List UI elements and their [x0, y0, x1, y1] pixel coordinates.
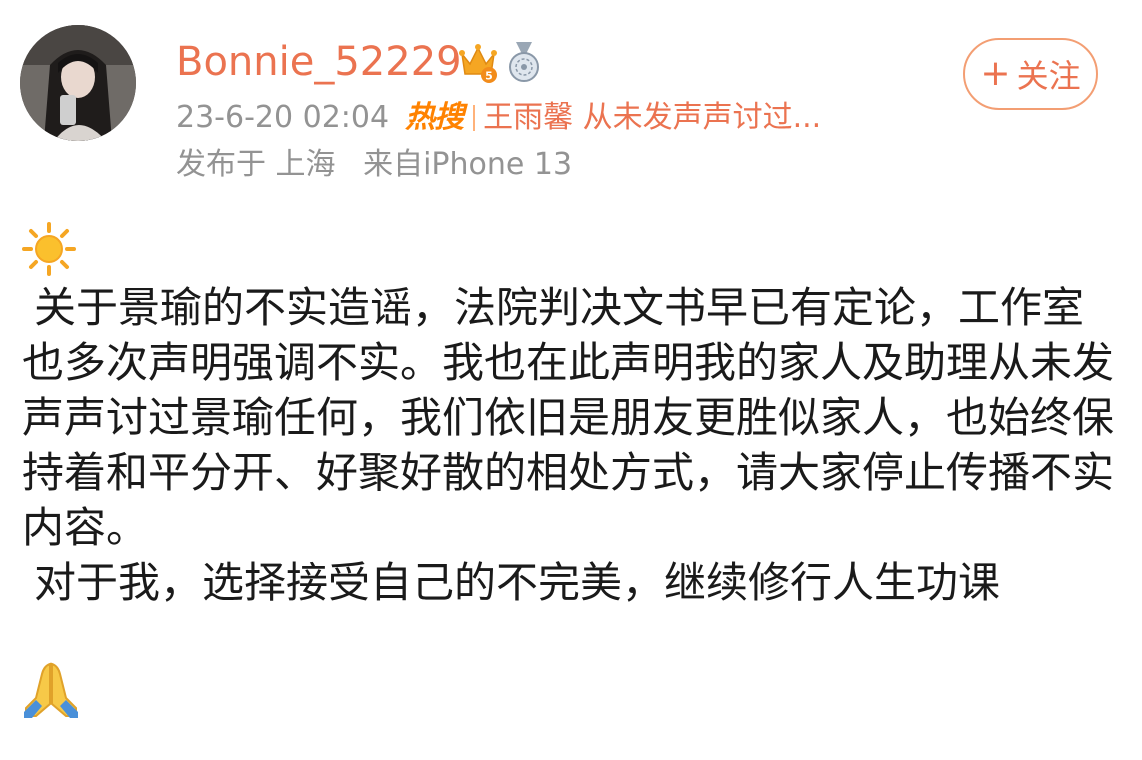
post-meta: 23-6-20 02:04 热搜 王雨馨 从未发声声讨过...	[176, 98, 821, 138]
follow-button[interactable]: + 关注	[963, 38, 1098, 110]
post-paragraph: 关于景瑜的不实造谣，法院判决文书早已有定论，工作室也多次声明强调不实。我也在此声…	[22, 283, 1115, 552]
post-timestamp: 23-6-20 02:04	[176, 100, 390, 135]
username[interactable]: Bonnie_52229	[176, 38, 462, 86]
sun-emoji-icon	[22, 222, 76, 276]
hot-search-tag[interactable]: 热搜	[405, 98, 464, 138]
svg-text:5: 5	[485, 70, 493, 83]
crown-badge-icon[interactable]: 5	[458, 42, 498, 84]
follow-label: 关注	[1016, 57, 1081, 95]
post-body: 关于景瑜的不实造谣，法院判决文书早已有定论，工作室也多次声明强调不实。我也在此声…	[22, 280, 1122, 610]
user-avatar[interactable]	[20, 25, 136, 141]
post-paragraph: 对于我，选择接受自己的不完美，继续修行人生功课	[34, 558, 1001, 607]
praying-hands-emoji-icon	[24, 662, 78, 718]
plus-icon: +	[980, 53, 1011, 94]
post-device: 来自iPhone 13	[363, 147, 573, 182]
post-source: 发布于 上海 来自iPhone 13	[176, 145, 590, 185]
medal-badge-icon[interactable]	[504, 40, 544, 84]
hot-separator	[473, 105, 476, 131]
hot-search-topic-link[interactable]: 王雨馨 从未发声声讨过...	[483, 98, 821, 138]
post-location: 发布于 上海	[176, 147, 336, 182]
